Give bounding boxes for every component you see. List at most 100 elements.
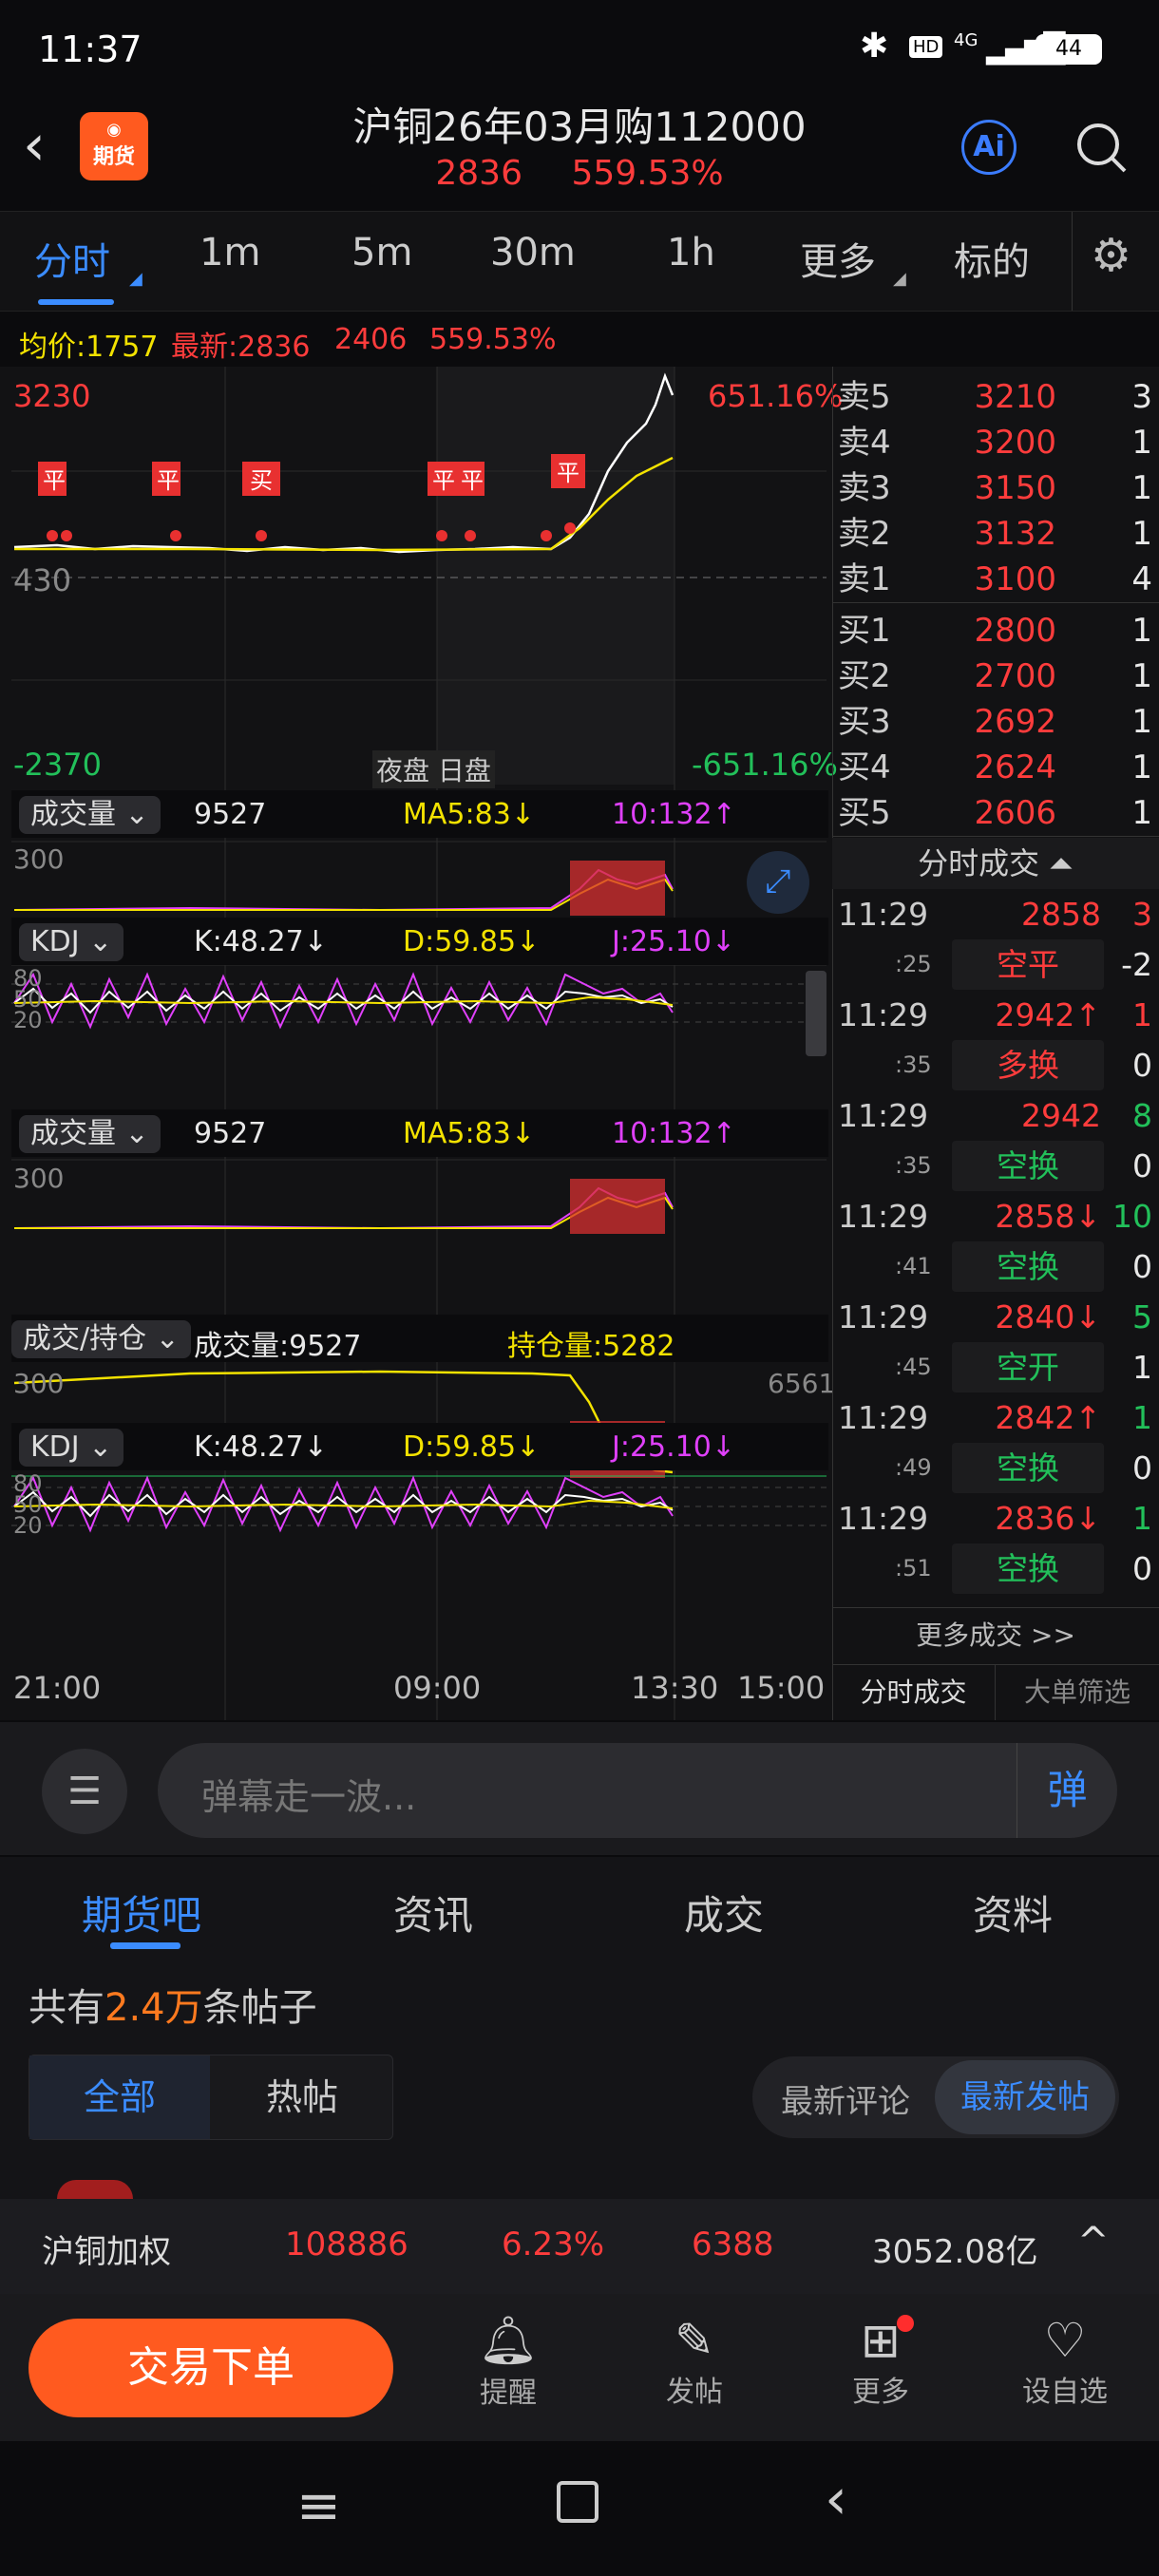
post-button[interactable]: ✎ 发帖 xyxy=(642,2313,747,2410)
tick-oi-change: 0 xyxy=(1132,1047,1152,1084)
volume2-ma5: MA5:83↓ xyxy=(403,1117,535,1150)
trade-order-button[interactable]: 交易下单 xyxy=(28,2319,393,2417)
ticker-amount: 3052.08亿 xyxy=(872,2233,1038,2271)
filter-hot[interactable]: 热帖 xyxy=(212,2055,392,2139)
volume-indicator-select[interactable]: 成交量 ⌄ xyxy=(19,796,161,834)
danmu-input[interactable]: 弹幕走一波... 弹 xyxy=(158,1743,1117,1838)
kdj-indicator-select[interactable]: KDJ ⌄ xyxy=(19,923,124,961)
menu-icon[interactable]: ≡ xyxy=(296,2475,341,2537)
sell-row[interactable]: 卖5 3210 3 xyxy=(838,374,1156,420)
chevron-up-icon[interactable]: ^ xyxy=(1077,2220,1110,2263)
alert-button[interactable]: 🔔︎ 提醒 xyxy=(456,2313,560,2411)
more-button[interactable]: ⊞ 更多 xyxy=(828,2313,933,2410)
oi-indicator-select[interactable]: 成交/持仓 ⌄ xyxy=(11,1320,191,1358)
kdj2-axis-20: 20 xyxy=(13,1512,43,1539)
tick-seconds: :41 xyxy=(895,1253,932,1279)
chart-top-pct: 651.16% xyxy=(708,378,844,414)
expand-icon[interactable]: ⤢ xyxy=(747,851,809,914)
tick-seconds: :51 xyxy=(895,1555,932,1582)
oi-openinterest: 持仓量:5282 xyxy=(507,1330,675,1363)
tick-seconds: :25 xyxy=(895,951,932,977)
tick-seconds: :45 xyxy=(895,1354,932,1380)
content-tabs: 期货吧 资讯 成交 资料 xyxy=(0,1857,1159,1952)
chart-mid-price: 430 xyxy=(13,562,72,598)
tab-large-order-filter[interactable]: 大单筛选 xyxy=(996,1665,1159,1720)
chart-bottom-price: -2370 xyxy=(13,747,102,783)
ai-button[interactable]: Ai xyxy=(961,120,1016,175)
danmu-settings-icon[interactable]: ☰ xyxy=(42,1749,127,1834)
buy-row[interactable]: 买1 2800 1 xyxy=(838,608,1156,653)
tab-5m[interactable]: 5m xyxy=(352,231,412,275)
panel-drag-handle[interactable] xyxy=(806,971,826,1056)
tick-type: 空换 xyxy=(952,1443,1104,1493)
sell-row[interactable]: 卖4 3200 1 xyxy=(838,420,1156,465)
time-label-start: 21:00 xyxy=(13,1670,102,1706)
buy-row[interactable]: 买3 2692 1 xyxy=(838,699,1156,745)
svg-text:买: 买 xyxy=(250,467,273,494)
price-change-pct: 559.53% xyxy=(429,323,557,356)
buy-row[interactable]: 买2 2700 1 xyxy=(838,653,1156,699)
tick-row-detail: :35 多换 0 xyxy=(838,1040,1156,1090)
back-icon[interactable]: ‹ xyxy=(23,112,46,179)
post-count: 共有2.4万条帖子 xyxy=(28,1986,317,2030)
sort-latest-comment[interactable]: 最新评论 xyxy=(781,2075,910,2122)
tab-1h[interactable]: 1h xyxy=(667,231,715,275)
tab-info[interactable]: 资料 xyxy=(973,1884,1053,1941)
tab-underlying[interactable]: 标的 xyxy=(954,231,1030,286)
tab-30m[interactable]: 30m xyxy=(490,231,576,275)
search-icon[interactable] xyxy=(1074,120,1127,173)
index-ticker[interactable]: 沪铜加权 108886 6.23% 6388 3052.08亿 ^ xyxy=(0,2199,1159,2294)
time-label-day: 09:00 xyxy=(393,1670,482,1706)
tick-time: 11:29 xyxy=(838,1298,929,1335)
tick-row: 11:29 2858↓ 10 xyxy=(838,1191,1156,1241)
sell-row[interactable]: 卖1 3100 4 xyxy=(838,557,1156,602)
svg-text:平: 平 xyxy=(557,460,580,486)
sort-latest-post[interactable]: 最新发帖 xyxy=(935,2060,1115,2134)
tick-type: 多换 xyxy=(952,1040,1104,1090)
buy-row[interactable]: 买4 2624 1 xyxy=(838,745,1156,790)
danmu-send-button[interactable]: 弹 xyxy=(1016,1743,1117,1838)
watchlist-button[interactable]: ♡ 设自选 xyxy=(1013,2313,1117,2410)
tick-row-detail: :51 空换 0 xyxy=(838,1544,1156,1594)
tick-row: 11:29 2836↓ 1 xyxy=(838,1493,1156,1544)
back-nav-icon[interactable]: ‹ xyxy=(825,2466,847,2532)
ticks-header[interactable]: 分时成交 ⏶ xyxy=(832,838,1159,889)
tab-futures-forum[interactable]: 期货吧 xyxy=(82,1884,201,1941)
volume-value: 9527 xyxy=(194,798,267,831)
tick-row-detail: :49 空换 0 xyxy=(838,1443,1156,1493)
sell-row[interactable]: 卖3 3150 1 xyxy=(838,465,1156,511)
kdj2-d-value: D:59.85↓ xyxy=(403,1430,541,1464)
price-info-bar: 均价:1757 最新:2836 2406 559.53% xyxy=(0,313,1159,367)
avatar[interactable] xyxy=(57,2180,133,2199)
tick-row-detail: :35 空换 0 xyxy=(838,1141,1156,1191)
tick-oi-change: 0 xyxy=(1132,1550,1152,1587)
tick-row: 11:29 2858 3 xyxy=(838,889,1156,939)
tick-oi-change: 0 xyxy=(1132,1449,1152,1487)
tick-row-detail: :41 空换 0 xyxy=(838,1241,1156,1292)
tab-trades[interactable]: 成交 xyxy=(684,1884,764,1941)
kdj-d-value: D:59.85↓ xyxy=(403,925,541,958)
settings-gear-icon[interactable]: ⚙ xyxy=(1091,229,1131,282)
tab-tick-trades[interactable]: 分时成交 xyxy=(832,1665,996,1720)
tab-more[interactable]: 更多 xyxy=(800,231,876,286)
more-ticks-link[interactable]: 更多成交 >> xyxy=(832,1607,1159,1664)
sell-row[interactable]: 卖2 3132 1 xyxy=(838,511,1156,557)
price-change: 2406 xyxy=(334,323,408,356)
kdj-j-value: J:25.10↓ xyxy=(612,925,735,958)
orderbook-bottom-divider xyxy=(832,836,1159,837)
kdj2-indicator-select[interactable]: KDJ ⌄ xyxy=(19,1429,124,1467)
filter-all[interactable]: 全部 xyxy=(29,2055,210,2139)
tab-1m[interactable]: 1m xyxy=(200,231,260,275)
volume2-indicator-select[interactable]: 成交量 ⌄ xyxy=(19,1115,161,1153)
tab-news[interactable]: 资讯 xyxy=(393,1884,473,1941)
status-time: 11:37 xyxy=(38,28,142,70)
ticker-change: 6388 xyxy=(692,2226,774,2263)
tab-intraday[interactable]: 分时 xyxy=(34,231,110,286)
home-icon[interactable] xyxy=(557,2481,598,2523)
intraday-chart-svg[interactable]: 平 平 买 平 平 平 xyxy=(0,367,831,1720)
buy-row[interactable]: 买5 2606 1 xyxy=(838,790,1156,836)
tick-seconds: :35 xyxy=(895,1152,932,1179)
ticker-price: 108886 xyxy=(285,2226,408,2263)
tick-time: 11:29 xyxy=(838,996,929,1033)
futures-logo: ◉ 期货 xyxy=(80,112,148,180)
